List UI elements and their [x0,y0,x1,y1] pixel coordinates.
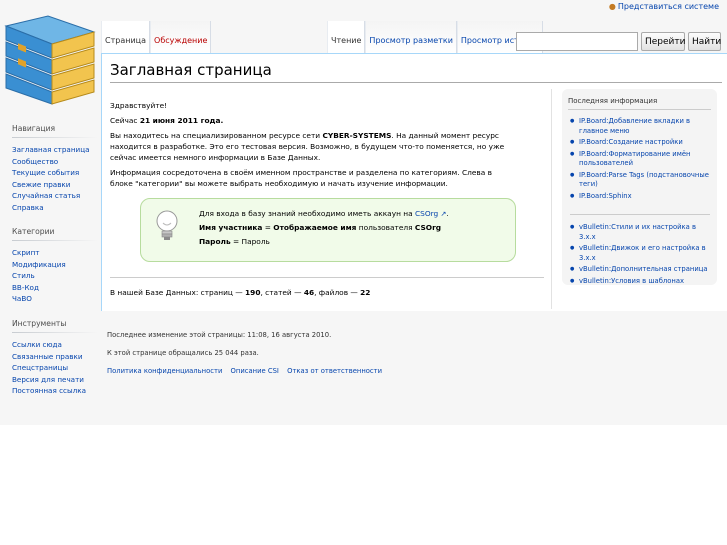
vbulletin-list: vBulletin:Стили и их настройка в 3.х.х v… [570,223,710,288]
footer: Последнее изменение этой страницы: 11:08… [107,331,388,385]
list-item[interactable]: vBulletin:Условия в шаблонах [570,277,710,287]
view-tabs: Чтение Просмотр разметки Просмотр истори… [327,21,544,53]
sidebar-categories: Категории Скрипт Модификация Стиль BB-Ко… [12,227,98,305]
categories-paragraph: Информация сосредоточена в своём именном… [110,168,492,188]
latest-info-box: Последняя информация IP.Board:Добавление… [562,89,717,288]
sidebar-navigation: Навигация Заглавная страница Сообщество … [12,124,98,214]
sidebar-tools: Инструменты Ссылки сюда Связанные правки… [12,319,98,397]
list-item[interactable]: vBulletin:Движок и его настройка в 3.х.х [570,244,710,263]
footer-privacy-link[interactable]: Политика конфиденциальности [107,367,222,375]
list-item[interactable]: IP.Board:Форматирование имён пользовател… [570,150,710,169]
date-value: 21 июня 2011 года. [139,116,224,125]
footer-disclaimer-link[interactable]: Отказ от ответственности [287,367,382,375]
stats-pages: 190 [245,288,261,297]
footer-links: Политика конфиденциальности Описание CSI… [107,367,388,375]
search-input[interactable] [516,32,638,51]
tab-page[interactable]: Страница [101,21,151,53]
stats-mid-2: , файлов — [314,288,361,297]
network-name: CYBER-SYSTEMS [322,131,392,140]
sidebar-item-faq[interactable]: ЧаВО [12,293,96,305]
sidebar-item-what-links-here[interactable]: Ссылки сюда [12,339,96,351]
sidebar-item-modification[interactable]: Модификация [12,259,96,271]
sidebar-item-printable-version[interactable]: Версия для печати [12,374,96,386]
footer-about-link[interactable]: Описание CSI [231,367,279,375]
notice-user-text: пользователя [356,223,415,232]
tab-discussion[interactable]: Обсуждение [150,21,212,53]
notice-password-label: Пароль [199,237,231,246]
stats-files: 22 [360,288,371,297]
login-notice-text: Для входа в базу знаний необходимо иметь… [199,207,449,249]
sidebar-tools-heading: Инструменты [12,319,67,328]
sidebar-nav-heading: Навигация [12,124,56,133]
notice-display-name-label: Отображаемое имя [273,223,357,232]
csorg-link[interactable]: CSOrg [415,209,438,218]
greeting: Здравствуйте! [110,101,168,110]
sidebar-item-random-article[interactable]: Случайная статья [12,190,96,202]
login-link[interactable]: Представиться системе [618,2,719,11]
login-notice-box: Для входа в базу знаний необходимо иметь… [140,198,516,262]
sidebar-item-style[interactable]: Стиль [12,270,96,282]
stats-mid-1: , статей — [260,288,304,297]
go-button[interactable]: Перейти [641,32,686,51]
stats-articles: 46 [303,288,315,297]
page-title: Заглавная страница [110,57,722,83]
site-logo[interactable] [0,6,100,106]
sidebar-item-main-page[interactable]: Заглавная страница [12,144,96,156]
sidebar-categories-heading: Категории [12,227,55,236]
notice-username-label: Имя участника [199,223,263,232]
notice-line-3: Пароль = Пароль [199,235,449,249]
tab-read[interactable]: Чтение [327,21,366,53]
sidebar-item-related-changes[interactable]: Связанные правки [12,351,96,363]
latest-info-title: Последняя информация [568,97,658,105]
sidebar-divider [12,332,98,333]
list-item[interactable]: vBulletin:Стили и их настройка в 3.х.х [570,223,710,242]
notice-csorg: CSOrg [414,223,442,232]
list-item[interactable]: vBulletin:Дополнительная страница [570,265,710,275]
tab-view-source[interactable]: Просмотр разметки [365,21,457,53]
footer-view-count: К этой странице обращались 25 044 раза. [107,349,259,357]
sidebar-item-bbcode[interactable]: BB-Код [12,282,96,294]
namespace-tabs: Страница Обсуждение [101,21,212,53]
sidebar-item-permanent-link[interactable]: Постоянная ссылка [12,385,96,397]
list-item[interactable]: IP.Board:Sphinx [570,192,710,202]
date-line: Сейчас 21 июня 2011 года. [110,115,510,126]
notice-line-1-text: Для входа в базу знаний необходимо иметь… [199,209,415,218]
main-text: Здравствуйте! Сейчас 21 июня 2011 года. … [110,100,510,193]
user-icon: ● [608,2,616,11]
column-divider [551,89,552,309]
find-button[interactable]: Найти [688,32,721,51]
personal-tools: ● Представиться системе [609,2,719,11]
sidebar-item-special-pages[interactable]: Спецстраницы [12,362,96,374]
sidebar-item-current-events[interactable]: Текущие события [12,167,96,179]
latest-info-separator [570,214,710,215]
list-item[interactable]: IP.Board:Добавление вкладки в главное ме… [570,117,710,136]
intro-paragraph: Вы находитесь на специализированном ресу… [110,130,510,163]
content-divider [110,277,544,278]
notice-line-2: Имя участника = Отображаемое имя пользов… [199,221,449,235]
date-prefix: Сейчас [110,116,140,125]
sidebar-item-community[interactable]: Сообщество [12,156,96,168]
intro-text-a: Вы находитесь на специализированном ресу… [110,131,323,140]
notice-password-text: = Пароль [230,237,270,246]
sidebar-item-recent-changes[interactable]: Свежие правки [12,179,96,191]
lightbulb-icon [156,210,178,240]
sidebar-divider [12,240,98,241]
db-stats: В нашей Базе Данных: страниц — 190, стат… [110,288,370,297]
list-item[interactable]: IP.Board:Создание настройки [570,138,710,148]
stats-prefix: В нашей Базе Данных: страниц — [110,288,246,297]
sidebar-item-help[interactable]: Справка [12,202,96,214]
sidebar-item-script[interactable]: Скрипт [12,247,96,259]
notice-line-1-end: . [446,209,449,218]
sidebar-divider [12,137,98,138]
latest-info-divider [568,109,711,110]
footer-last-modified: Последнее изменение этой страницы: 11:08… [107,331,332,339]
notice-line-1: Для входа в базу знаний необходимо иметь… [199,207,449,221]
notice-equals: = [262,223,274,232]
ipboard-list: IP.Board:Добавление вкладки в главное ме… [570,117,710,203]
list-item[interactable]: IP.Board:Parse Tags (подстановочные теги… [570,171,710,190]
